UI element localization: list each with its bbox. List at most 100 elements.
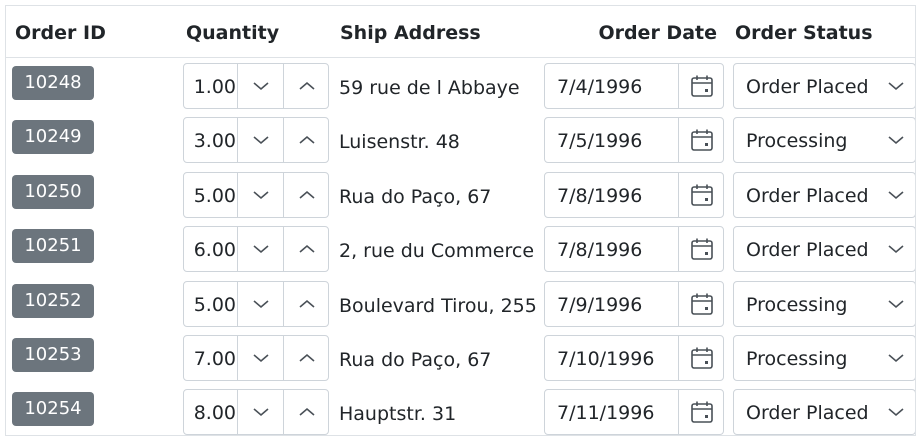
order-date-picker[interactable]: 7/5/1996	[544, 117, 724, 164]
table-row: 10249 3.00 Luisenstr. 48 7/5/1996 Proces…	[6, 113, 915, 167]
quantity-decrement-button[interactable]	[237, 118, 283, 163]
quantity-decrement-button[interactable]	[237, 172, 283, 217]
header-order-status[interactable]: Order Status	[735, 6, 873, 58]
order-status-dropdown[interactable]: Order Placed	[733, 226, 915, 273]
order-date-picker[interactable]: 7/11/1996	[544, 389, 724, 435]
dropdown-toggle[interactable]	[887, 390, 905, 434]
quantity-value[interactable]: 3.00	[184, 118, 237, 162]
order-id-badge: 10248	[12, 66, 94, 100]
quantity-value[interactable]: 7.00	[184, 336, 237, 380]
quantity-increment-button[interactable]	[283, 281, 329, 326]
quantity-decrement-button[interactable]	[237, 281, 283, 326]
quantity-stepper[interactable]: 6.00	[183, 226, 329, 273]
ship-address-cell: Hauptstr. 31	[339, 403, 457, 426]
order-status-dropdown[interactable]: Processing	[733, 280, 915, 327]
order-status-value[interactable]: Processing	[746, 336, 847, 380]
header-quantity[interactable]: Quantity	[186, 6, 279, 58]
chevron-down-icon	[252, 82, 269, 91]
chevron-down-icon	[252, 245, 269, 254]
order-date-value[interactable]: 7/9/1996	[557, 282, 642, 326]
quantity-value[interactable]: 5.00	[184, 282, 237, 326]
order-id-badge: 10251	[12, 229, 94, 264]
quantity-stepper[interactable]: 7.00	[183, 335, 329, 381]
dropdown-toggle[interactable]	[887, 173, 905, 217]
table-row: 10251 6.00 2, rue du Commerce 7/8/1996 O…	[6, 222, 915, 276]
quantity-value[interactable]: 1.00	[184, 64, 237, 108]
dropdown-toggle[interactable]	[887, 118, 905, 162]
quantity-increment-button[interactable]	[283, 118, 329, 163]
chevron-up-icon	[298, 245, 315, 253]
dropdown-toggle[interactable]	[887, 282, 905, 326]
header-order-date[interactable]: Order Date	[546, 6, 717, 58]
order-status-value[interactable]: Processing	[746, 118, 847, 162]
order-status-value[interactable]: Processing	[746, 282, 847, 326]
order-status-dropdown[interactable]: Processing	[733, 117, 915, 164]
quantity-increment-button[interactable]	[283, 336, 329, 380]
calendar-button[interactable]	[678, 118, 724, 163]
order-status-dropdown[interactable]: Order Placed	[733, 389, 915, 435]
chevron-down-icon	[252, 299, 269, 308]
chevron-down-icon	[252, 136, 269, 145]
header-ship-address[interactable]: Ship Address	[340, 6, 481, 58]
order-status-value[interactable]: Order Placed	[746, 227, 869, 271]
calendar-button[interactable]	[678, 64, 724, 108]
order-date-value[interactable]: 7/11/1996	[557, 390, 654, 434]
chevron-up-icon	[298, 190, 315, 199]
calendar-button[interactable]	[678, 227, 724, 272]
chevron-down-icon	[252, 354, 269, 363]
quantity-stepper[interactable]: 3.00	[183, 117, 329, 164]
order-date-value[interactable]: 7/4/1996	[557, 64, 642, 108]
quantity-value[interactable]: 5.00	[184, 173, 237, 217]
order-status-dropdown[interactable]: Processing	[733, 335, 915, 381]
chevron-down-icon	[888, 191, 904, 199]
quantity-decrement-button[interactable]	[237, 336, 283, 380]
order-status-value[interactable]: Order Placed	[746, 173, 869, 217]
header-order-id[interactable]: Order ID	[15, 6, 106, 58]
order-status-value[interactable]: Order Placed	[746, 64, 869, 108]
order-date-picker[interactable]: 7/9/1996	[544, 280, 724, 327]
calendar-button[interactable]	[678, 336, 724, 380]
order-id-badge: 10253	[12, 338, 94, 372]
order-date-value[interactable]: 7/10/1996	[557, 336, 654, 380]
orders-grid: Order ID Quantity Ship Address Order Dat…	[5, 5, 916, 436]
order-status-dropdown[interactable]: Order Placed	[733, 171, 915, 218]
order-date-value[interactable]: 7/8/1996	[557, 227, 642, 271]
quantity-stepper[interactable]: 5.00	[183, 171, 329, 218]
quantity-stepper[interactable]: 5.00	[183, 280, 329, 327]
order-status-dropdown[interactable]: Order Placed	[733, 63, 915, 109]
quantity-decrement-button[interactable]	[237, 390, 283, 435]
chevron-down-icon	[252, 191, 269, 199]
calendar-button[interactable]	[678, 281, 724, 326]
dropdown-toggle[interactable]	[887, 336, 905, 380]
quantity-decrement-button[interactable]	[237, 64, 283, 108]
quantity-stepper[interactable]: 1.00	[183, 63, 329, 109]
quantity-stepper[interactable]: 8.00	[183, 389, 329, 435]
calendar-button[interactable]	[678, 390, 724, 435]
order-date-picker[interactable]: 7/8/1996	[544, 171, 724, 218]
order-date-value[interactable]: 7/8/1996	[557, 173, 642, 217]
chevron-down-icon	[888, 354, 904, 363]
dropdown-toggle[interactable]	[887, 64, 905, 108]
calendar-icon	[690, 401, 713, 424]
chevron-down-icon	[888, 245, 904, 254]
quantity-decrement-button[interactable]	[237, 227, 283, 272]
order-date-picker[interactable]: 7/8/1996	[544, 226, 724, 273]
quantity-value[interactable]: 6.00	[184, 227, 237, 271]
calendar-button[interactable]	[678, 172, 724, 217]
order-date-picker[interactable]: 7/10/1996	[544, 335, 724, 381]
ship-address-cell: Luisenstr. 48	[339, 131, 460, 154]
dropdown-toggle[interactable]	[887, 227, 905, 271]
quantity-increment-button[interactable]	[283, 227, 329, 272]
order-date-value[interactable]: 7/5/1996	[557, 118, 642, 162]
ship-address-cell: Boulevard Tirou, 255	[339, 294, 537, 317]
quantity-increment-button[interactable]	[283, 172, 329, 217]
order-status-value[interactable]: Order Placed	[746, 390, 869, 434]
quantity-increment-button[interactable]	[283, 390, 329, 435]
order-id-badge: 10252	[12, 283, 94, 318]
chevron-up-icon	[298, 136, 315, 144]
order-id-badge: 10254	[12, 392, 94, 427]
quantity-value[interactable]: 8.00	[184, 390, 237, 434]
order-date-picker[interactable]: 7/4/1996	[544, 63, 724, 109]
chevron-down-icon	[888, 299, 904, 308]
quantity-increment-button[interactable]	[283, 64, 329, 108]
